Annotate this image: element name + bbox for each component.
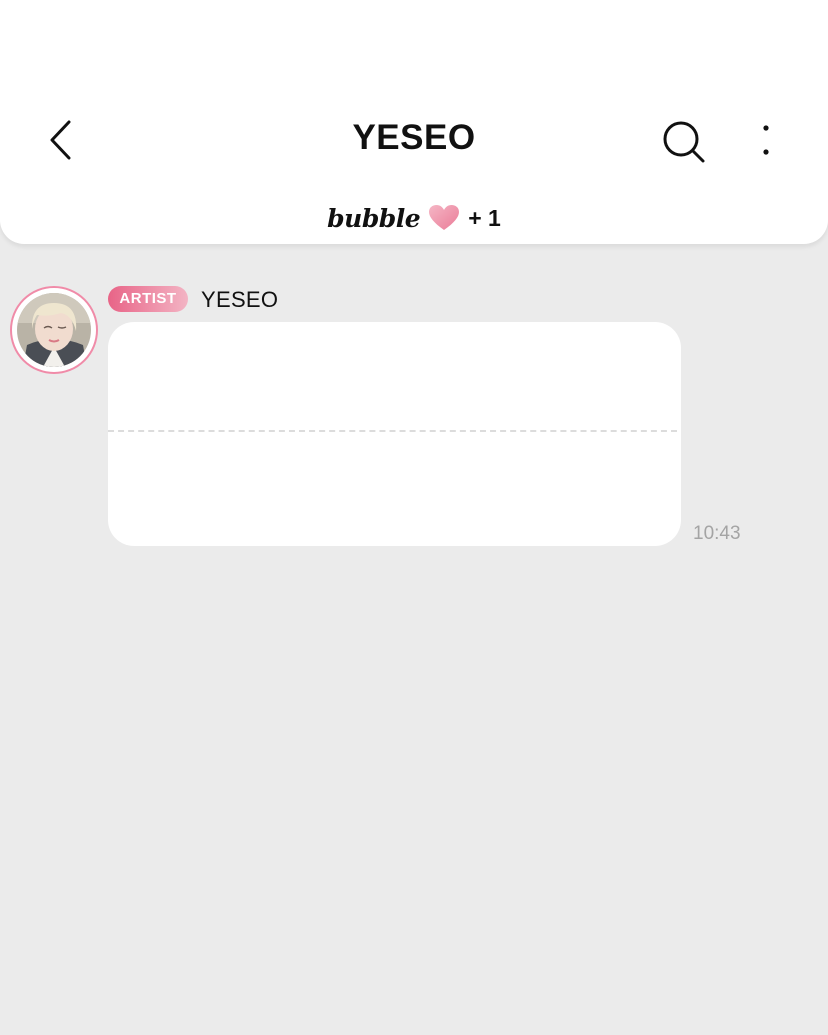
chevron-left-icon	[50, 120, 71, 160]
message-divider	[108, 430, 677, 432]
message-timestamp: 10:43	[693, 523, 741, 544]
bubble-count: + 1	[468, 204, 501, 231]
search-icon	[663, 121, 705, 163]
artist-badge: ARTIST	[108, 286, 188, 312]
search-button[interactable]	[658, 116, 710, 168]
heart-icon	[429, 205, 460, 230]
message-bubble[interactable]	[108, 322, 681, 546]
avatar-photo	[17, 293, 91, 367]
more-options-button[interactable]	[748, 116, 784, 164]
bubble-subscription-indicator: bubble + 1	[0, 198, 828, 238]
vertical-ellipsis-icon	[763, 125, 769, 155]
back-button[interactable]	[40, 112, 84, 168]
sender-name: YESEO	[201, 287, 279, 312]
bubble-logo: bubble	[327, 203, 421, 233]
artist-avatar[interactable]	[10, 286, 98, 374]
chat-header: YESEO bubble + 1	[0, 0, 828, 244]
